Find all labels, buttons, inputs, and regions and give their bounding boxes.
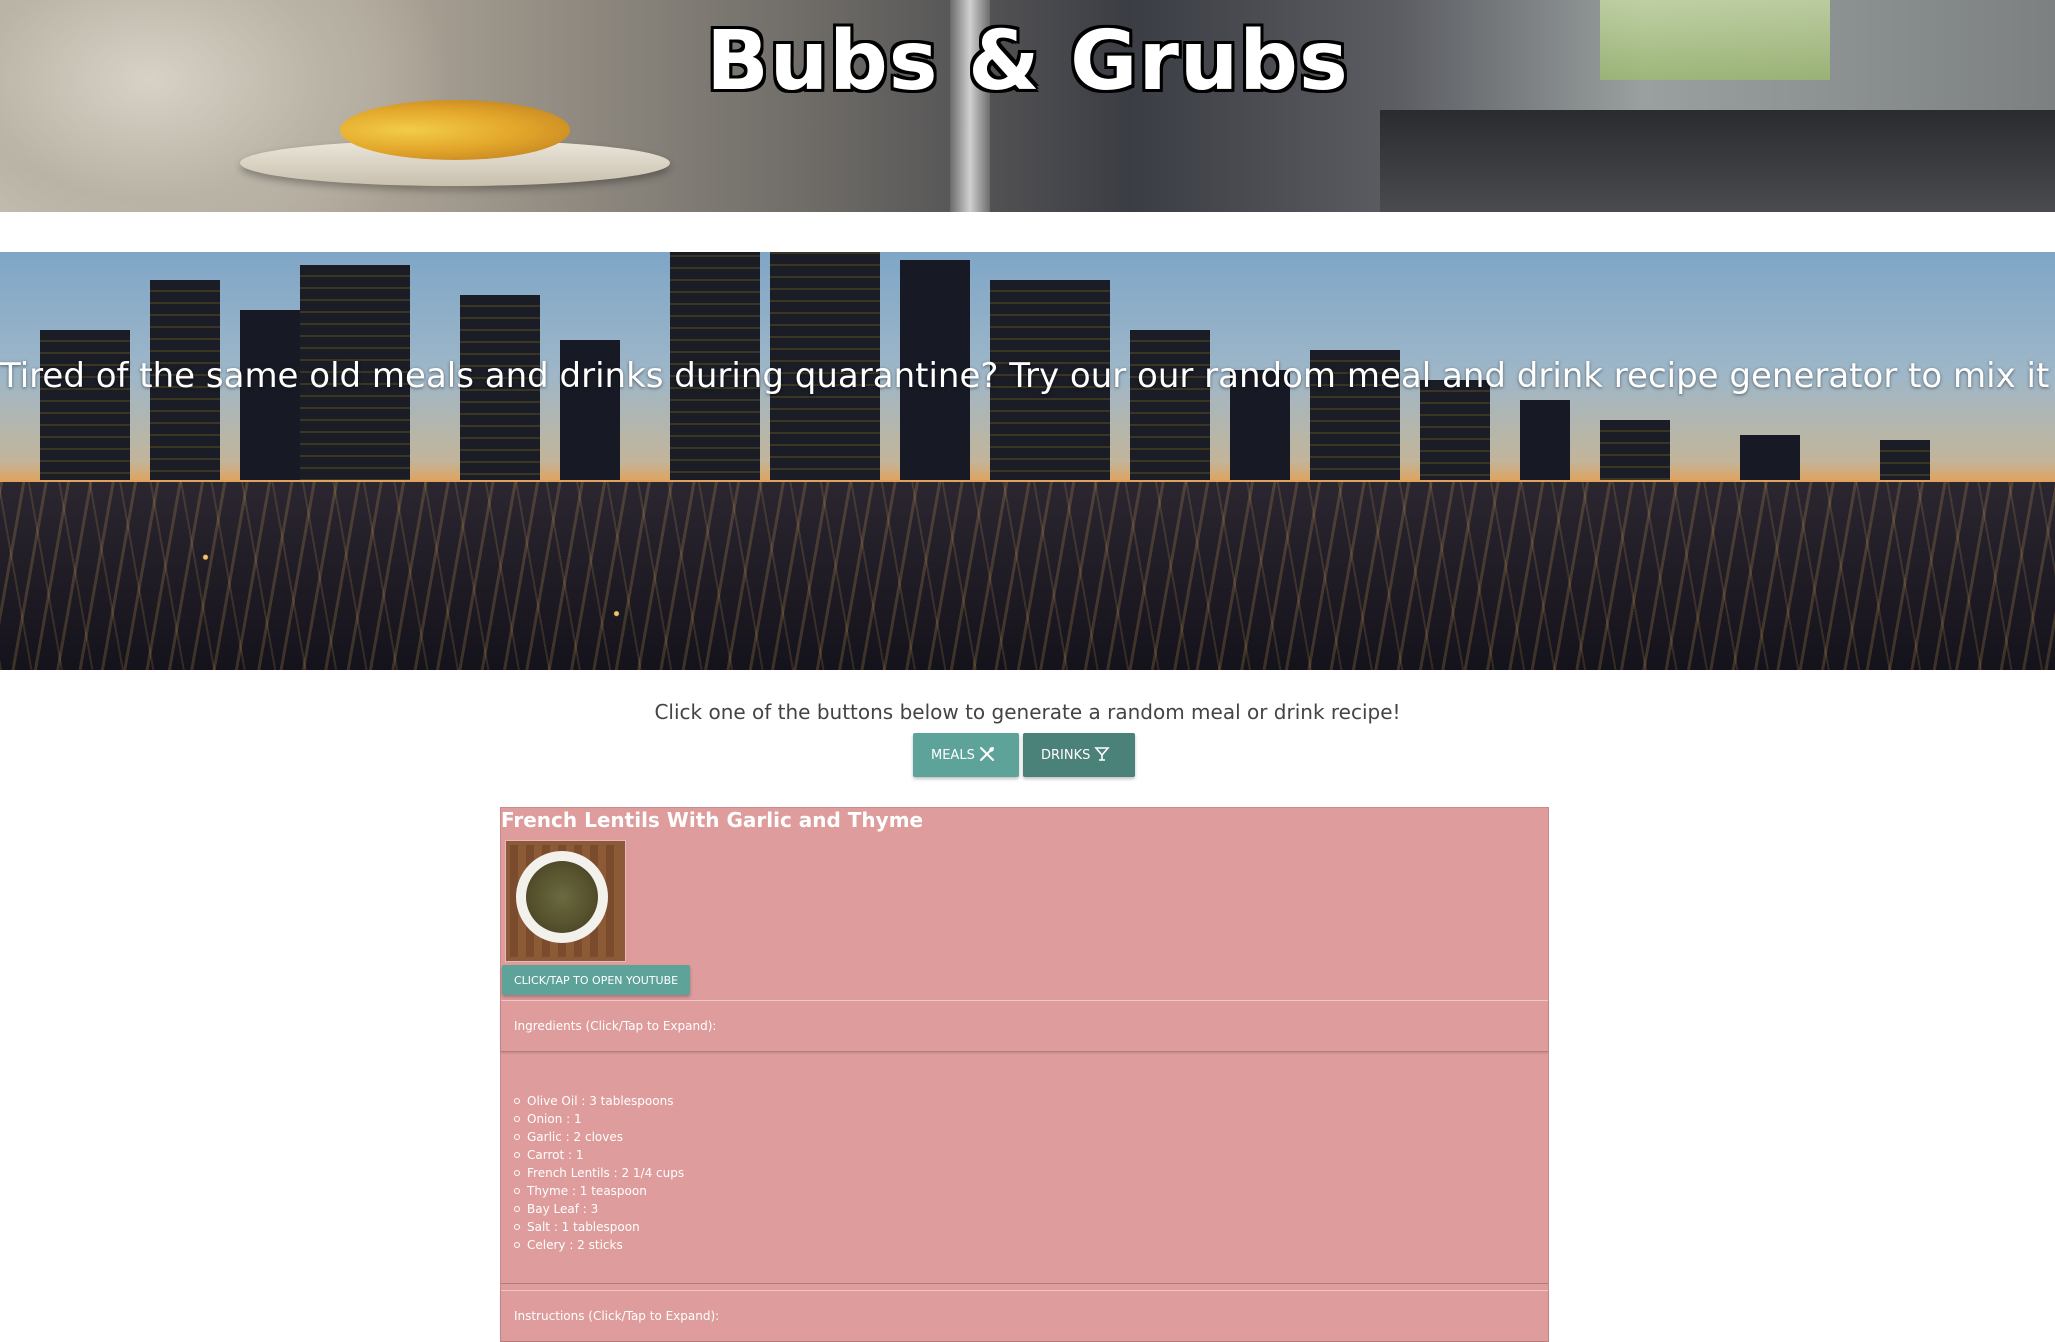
generator-buttons: MEALS DRINKS [913, 733, 1135, 777]
ingredients-list: Olive Oil : 3 tablespoons Onion : 1 Garl… [514, 1092, 1548, 1254]
open-youtube-button[interactable]: CLICK/TAP TO OPEN YOUTUBE [502, 965, 691, 995]
banner-food [340, 100, 570, 160]
bullet-icon [514, 1242, 520, 1248]
bullet-icon [514, 1134, 520, 1140]
ingredient-text: Thyme : 1 teaspoon [527, 1184, 647, 1198]
ingredient-item: Salt : 1 tablespoon [514, 1218, 1548, 1236]
recipe-image-lentils [526, 861, 598, 933]
cocktail-icon [1094, 746, 1111, 765]
drinks-button[interactable]: DRINKS [1023, 733, 1135, 777]
site-title: Bubs & Grubs [706, 14, 1349, 109]
instructions-collapsible-header[interactable]: Instructions (Click/Tap to Expand): [501, 1290, 1548, 1342]
bullet-icon [514, 1152, 520, 1158]
bullet-icon [514, 1116, 520, 1122]
ingredient-item: Onion : 1 [514, 1110, 1548, 1128]
header-banner: Bubs & Grubs [0, 0, 2055, 212]
generator-prompt: Click one of the buttons below to genera… [654, 700, 1401, 724]
ingredient-item: French Lentils : 2 1/4 cups [514, 1164, 1548, 1182]
recipe-card: French Lentils With Garlic and Thyme CLI… [500, 807, 1549, 1342]
city-lights [0, 482, 2055, 670]
banner-kitchen-counter [1380, 110, 2055, 212]
ingredient-item: Thyme : 1 teaspoon [514, 1182, 1548, 1200]
bullet-icon [514, 1206, 520, 1212]
bullet-icon [514, 1098, 520, 1104]
drinks-button-label: DRINKS [1041, 747, 1091, 763]
ingredient-text: Olive Oil : 3 tablespoons [527, 1094, 674, 1108]
bullet-icon [514, 1170, 520, 1176]
ingredient-text: Salt : 1 tablespoon [527, 1220, 640, 1234]
hero-tagline: Tired of the same old meals and drinks d… [0, 356, 2055, 396]
ingredient-text: Garlic : 2 cloves [527, 1130, 623, 1144]
ingredient-item: Carrot : 1 [514, 1146, 1548, 1164]
ingredient-text: French Lentils : 2 1/4 cups [527, 1166, 685, 1180]
skyline-building [1740, 435, 1800, 480]
ingredients-body: Olive Oil : 3 tablespoons Onion : 1 Garl… [501, 1054, 1548, 1284]
meals-button[interactable]: MEALS [913, 733, 1019, 777]
skyline-building [1600, 420, 1670, 480]
utensils-icon [979, 746, 995, 765]
ingredient-text: Bay Leaf : 3 [527, 1202, 599, 1216]
skyline-building [1880, 440, 1930, 480]
bullet-icon [514, 1224, 520, 1230]
ingredient-item: Bay Leaf : 3 [514, 1200, 1548, 1218]
ingredient-text: Carrot : 1 [527, 1148, 584, 1162]
ingredient-text: Celery : 2 sticks [527, 1238, 623, 1252]
ingredient-text: Onion : 1 [527, 1112, 582, 1126]
ingredient-item: Garlic : 2 cloves [514, 1128, 1548, 1146]
bullet-icon [514, 1188, 520, 1194]
ingredient-item: Olive Oil : 3 tablespoons [514, 1092, 1548, 1110]
skyline-building [1520, 400, 1570, 480]
ingredients-collapsible-header[interactable]: Ingredients (Click/Tap to Expand): [501, 1000, 1548, 1052]
ingredient-item: Celery : 2 sticks [514, 1236, 1548, 1254]
recipe-image-table [510, 845, 621, 957]
meals-button-label: MEALS [931, 747, 975, 763]
recipe-title: French Lentils With Garlic and Thyme [501, 808, 924, 832]
recipe-image [505, 840, 626, 962]
skyline-building [40, 330, 130, 480]
skyline-building [1130, 330, 1210, 480]
skyline-banner: Tired of the same old meals and drinks d… [0, 252, 2055, 670]
